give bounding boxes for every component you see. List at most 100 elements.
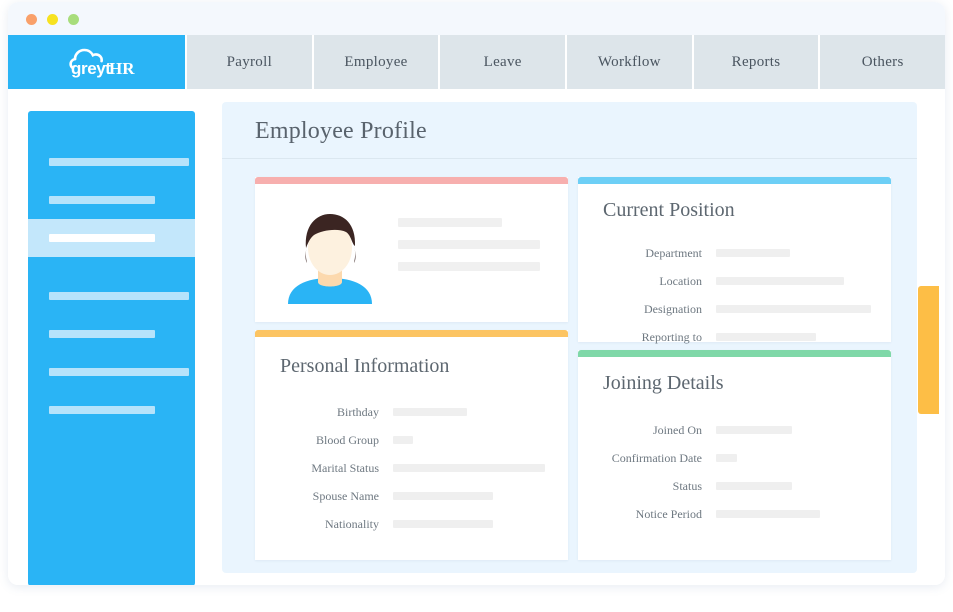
window-controls — [26, 14, 79, 25]
sidebar-item-label-placeholder — [49, 158, 189, 166]
minimize-dot[interactable] — [47, 14, 58, 25]
card-accent-bar — [578, 177, 891, 184]
field-value-placeholder — [393, 408, 467, 416]
card-accent-bar — [255, 330, 568, 337]
feedback-side-tab[interactable] — [918, 286, 939, 414]
nav-tab-others[interactable]: Others — [820, 35, 945, 89]
nav-tab-label: Reports — [731, 53, 781, 70]
sidebar-item-1[interactable] — [28, 181, 195, 219]
field-row: Marital Status — [255, 454, 568, 482]
brand-logo-area[interactable]: greyt HR — [8, 35, 185, 89]
nav-tab-reports[interactable]: Reports — [693, 35, 819, 89]
field-value-placeholder — [393, 520, 493, 528]
nav-tab-leave[interactable]: Leave — [440, 35, 566, 89]
field-row: Reporting to — [578, 323, 891, 351]
field-label: Department — [645, 245, 702, 260]
field-label: Birthday — [337, 404, 379, 419]
field-label: Location — [659, 273, 702, 288]
field-label: Joined On — [653, 422, 702, 437]
field-row: Birthday — [255, 398, 568, 426]
field-value-placeholder — [716, 482, 792, 490]
placeholder-line — [398, 262, 540, 271]
field-label: Notice Period — [635, 506, 702, 521]
field-value-placeholder — [716, 454, 737, 462]
sidebar-item-label-placeholder — [49, 368, 189, 376]
field-label: Designation — [644, 301, 702, 316]
nav-tab-employee[interactable]: Employee — [313, 35, 439, 89]
sidebar-item-label-placeholder — [49, 196, 155, 204]
field-row: Joined On — [578, 416, 891, 444]
app-body: Employee Profile Personal Information Bi… — [8, 89, 945, 585]
svg-text:HR: HR — [109, 59, 135, 78]
sidebar-item-label-placeholder — [49, 292, 189, 300]
field-row: Notice Period — [578, 500, 891, 528]
nav-tab-label: Payroll — [226, 53, 273, 70]
nav-tab-label: Others — [861, 53, 904, 70]
sidebar-item-label-placeholder — [49, 330, 155, 338]
cloud-icon: greyt HR — [68, 48, 135, 78]
joining-field-list: Joined On Confirmation Date Status Notice P… — [578, 416, 891, 528]
position-field-list: Department Location Designation Reporting t… — [578, 239, 891, 351]
sidebar-item-6[interactable] — [28, 391, 195, 429]
field-value-placeholder — [393, 464, 545, 472]
field-row: Department — [578, 239, 891, 267]
maximize-dot[interactable] — [68, 14, 79, 25]
field-row: Blood Group — [255, 426, 568, 454]
sidebar-item-4[interactable] — [28, 315, 195, 353]
card-title: Joining Details — [603, 372, 724, 394]
field-row: Confirmation Date — [578, 444, 891, 472]
field-value-placeholder — [716, 333, 816, 341]
employee-detail-placeholders — [398, 218, 540, 284]
close-dot[interactable] — [26, 14, 37, 25]
field-label: Marital Status — [311, 460, 379, 475]
sidebar-item-2[interactable] — [28, 219, 195, 257]
nav-tab-workflow[interactable]: Workflow — [567, 35, 692, 89]
field-row: Designation — [578, 295, 891, 323]
svg-text:greyt: greyt — [71, 59, 111, 78]
field-value-placeholder — [716, 510, 820, 518]
personal-field-list: Birthday Blood Group Marital Status Spouse … — [255, 398, 568, 538]
field-row: Status — [578, 472, 891, 500]
content-panel: Employee Profile Personal Information Bi… — [222, 102, 917, 573]
page-title: Employee Profile — [255, 118, 427, 144]
panel-header: Employee Profile — [222, 102, 917, 159]
nav-tab-payroll[interactable]: Payroll — [187, 35, 312, 89]
sidebar-item-0[interactable] — [28, 143, 195, 181]
field-label: Reporting to — [641, 329, 702, 344]
field-label: Confirmation Date — [611, 450, 702, 465]
field-value-placeholder — [716, 277, 844, 285]
window-titlebar — [8, 2, 945, 35]
card-title: Current Position — [603, 199, 735, 221]
card-accent-bar — [255, 177, 568, 184]
field-label: Spouse Name — [312, 488, 379, 503]
field-row: Spouse Name — [255, 482, 568, 510]
placeholder-line — [398, 218, 502, 227]
field-label: Status — [672, 478, 702, 493]
card-accent-bar — [578, 350, 891, 357]
field-value-placeholder — [393, 436, 413, 444]
field-value-placeholder — [716, 305, 871, 313]
nav-tab-list: Payroll Employee Leave Workflow Reports Other… — [185, 35, 945, 89]
field-row: Location — [578, 267, 891, 295]
joining-details-card: Joining Details Joined On Confirmation Da… — [578, 350, 891, 560]
employee-summary-card — [255, 177, 568, 322]
sidebar-navigation — [28, 111, 195, 585]
sidebar-item-5[interactable] — [28, 353, 195, 391]
top-navigation-bar: greyt HR Payroll Employee Leave Workflow Rep… — [8, 35, 945, 89]
placeholder-line — [398, 240, 540, 249]
card-title: Personal Information — [280, 355, 450, 377]
sidebar-item-3[interactable] — [28, 277, 195, 315]
greythr-logo: greyt HR — [51, 42, 143, 82]
user-avatar-icon — [288, 214, 372, 304]
app-window: greyt HR Payroll Employee Leave Workflow Rep… — [8, 2, 945, 585]
field-value-placeholder — [716, 426, 792, 434]
personal-information-card: Personal Information Birthday Blood Group… — [255, 330, 568, 560]
field-value-placeholder — [716, 249, 790, 257]
sidebar-item-label-placeholder — [49, 406, 155, 414]
sidebar-item-label-placeholder — [49, 234, 155, 242]
nav-tab-label: Workflow — [597, 53, 661, 70]
field-row: Nationality — [255, 510, 568, 538]
nav-tab-label: Leave — [483, 53, 522, 70]
avatar — [280, 204, 380, 304]
field-label: Nationality — [325, 516, 379, 531]
